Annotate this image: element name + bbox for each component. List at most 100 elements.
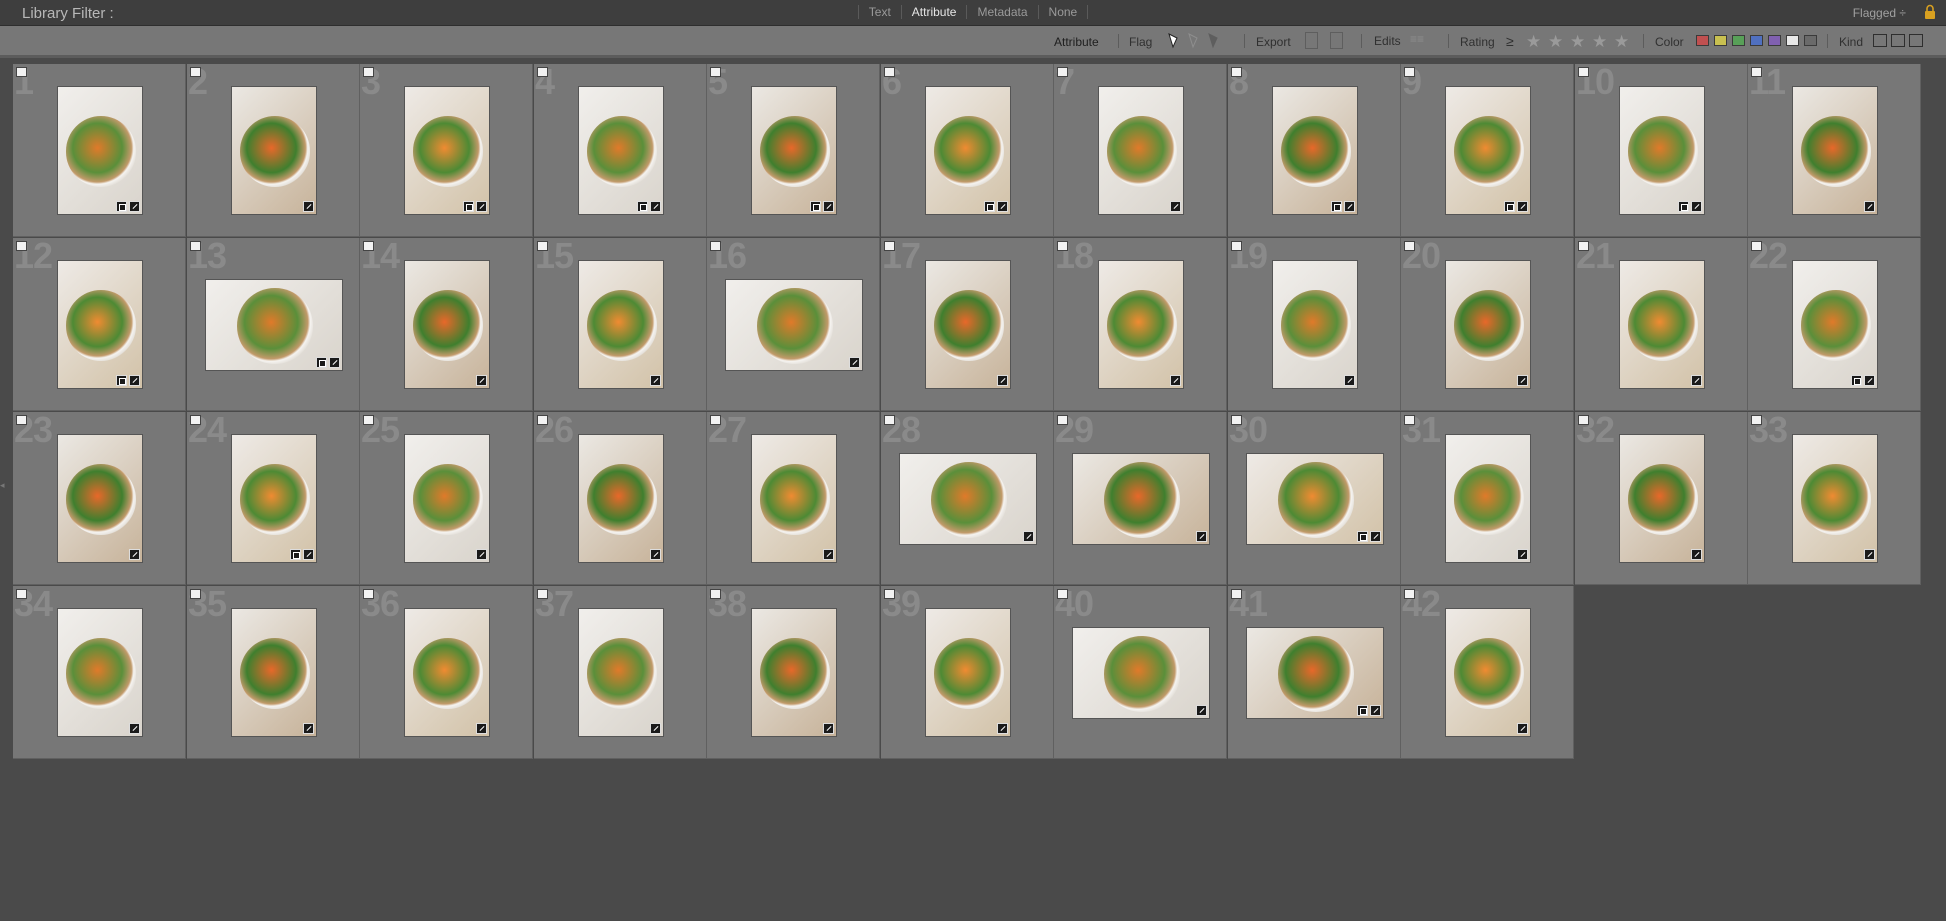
develop-edit-badge-icon[interactable] [997,201,1008,212]
flag-badge[interactable] [1578,415,1589,425]
edited-filter-icon[interactable]: ≡≡ [1410,32,1424,46]
metadata-badge-icon[interactable] [290,549,301,560]
left-panel-handle[interactable]: ◂ [0,480,5,490]
develop-edit-badge-icon[interactable] [1691,201,1702,212]
grid-cell[interactable]: 2 [187,64,360,237]
color-swatch[interactable] [1732,35,1745,46]
flag-badge[interactable] [710,589,721,599]
video-icon[interactable] [1909,34,1923,47]
grid-cell[interactable]: 13 [187,238,360,411]
not-exported-icon[interactable] [1330,32,1343,49]
develop-edit-badge-icon[interactable] [129,549,140,560]
photo-thumbnail[interactable] [751,434,837,563]
metadata-badge-icon[interactable] [1357,531,1368,542]
photo-thumbnail[interactable] [404,86,490,215]
develop-edit-badge-icon[interactable] [303,723,314,734]
flag-badge[interactable] [363,589,374,599]
tab-attribute[interactable]: Attribute [900,5,967,19]
grid-cell[interactable]: 5 [707,64,880,237]
star-icon[interactable]: ★ [1548,32,1563,52]
flag-badge[interactable] [190,589,201,599]
develop-edit-badge-icon[interactable] [650,375,661,386]
grid-cell[interactable]: 36 [360,586,533,759]
photo-thumbnail[interactable] [231,86,317,215]
grid-cell[interactable]: 7 [1054,64,1227,237]
develop-edit-badge-icon[interactable] [129,375,140,386]
flag-badge[interactable] [16,67,27,77]
metadata-badge-icon[interactable] [116,375,127,386]
master-photo-icon[interactable] [1873,34,1887,47]
develop-edit-badge-icon[interactable] [476,201,487,212]
develop-edit-badge-icon[interactable] [329,357,340,368]
develop-edit-badge-icon[interactable] [1517,549,1528,560]
develop-edit-badge-icon[interactable] [1864,375,1875,386]
grid-cell[interactable]: 6 [881,64,1054,237]
photo-thumbnail[interactable] [1072,453,1210,545]
photo-thumbnail[interactable] [231,434,317,563]
grid-cell[interactable]: 37 [534,586,707,759]
grid-cell[interactable]: 41 [1228,586,1401,759]
grid-cell[interactable]: 33 [1748,412,1921,585]
tab-metadata[interactable]: Metadata [966,5,1037,19]
metadata-badge-icon[interactable] [1504,201,1515,212]
photo-thumbnail[interactable] [57,260,143,389]
photo-thumbnail[interactable] [1445,608,1531,737]
develop-edit-badge-icon[interactable] [997,375,1008,386]
photo-thumbnail[interactable] [925,608,1011,737]
develop-edit-badge-icon[interactable] [1864,201,1875,212]
grid-cell[interactable]: 10 [1575,64,1748,237]
flag-badge[interactable] [537,67,548,77]
develop-edit-badge-icon[interactable] [476,723,487,734]
flag-badge[interactable] [1751,415,1762,425]
color-swatch[interactable] [1750,35,1763,46]
photo-thumbnail[interactable] [751,86,837,215]
flag-badge[interactable] [884,241,895,251]
photo-thumbnail[interactable] [57,434,143,563]
photo-thumbnail[interactable] [1098,260,1184,389]
develop-edit-badge-icon[interactable] [476,375,487,386]
flag-badge[interactable] [710,67,721,77]
metadata-badge-icon[interactable] [116,201,127,212]
flag-badge[interactable] [1231,67,1242,77]
unflagged-filter-icon[interactable] [1186,33,1200,49]
flag-badge[interactable] [884,415,895,425]
develop-edit-badge-icon[interactable] [129,723,140,734]
develop-edit-badge-icon[interactable] [650,723,661,734]
develop-edit-badge-icon[interactable] [303,549,314,560]
grid-cell[interactable]: 23 [13,412,186,585]
photo-thumbnail[interactable] [57,86,143,215]
flag-badge[interactable] [363,415,374,425]
grid-cell[interactable]: 27 [707,412,880,585]
develop-edit-badge-icon[interactable] [303,201,314,212]
photo-thumbnail[interactable] [1098,86,1184,215]
flag-badge[interactable] [1404,415,1415,425]
lock-icon[interactable] [1924,4,1936,20]
grid-cell[interactable]: 34 [13,586,186,759]
flag-badge[interactable] [537,415,548,425]
flagged-filter-icon[interactable] [1166,33,1180,49]
metadata-badge-icon[interactable] [810,201,821,212]
flag-badge[interactable] [1057,415,1068,425]
metadata-badge-icon[interactable] [1678,201,1689,212]
photo-thumbnail[interactable] [578,86,664,215]
grid-cell[interactable]: 21 [1575,238,1748,411]
grid-cell[interactable]: 24 [187,412,360,585]
filter-preset-dropdown[interactable]: Flagged ÷ [1853,6,1906,20]
photo-thumbnail[interactable] [1445,260,1531,389]
color-swatch[interactable] [1804,35,1817,46]
photo-thumbnail[interactable] [404,608,490,737]
photo-thumbnail[interactable] [231,608,317,737]
photo-thumbnail[interactable] [578,434,664,563]
develop-edit-badge-icon[interactable] [823,723,834,734]
photo-thumbnail[interactable] [1272,86,1358,215]
flag-badge[interactable] [710,241,721,251]
export-icon[interactable] [1305,32,1318,49]
grid-cell[interactable]: 8 [1228,64,1401,237]
grid-cell[interactable]: 15 [534,238,707,411]
photo-thumbnail[interactable] [1272,260,1358,389]
flag-badge[interactable] [537,241,548,251]
photo-thumbnail[interactable] [1792,86,1878,215]
grid-cell[interactable]: 38 [707,586,880,759]
rating-operator[interactable]: ≥ [1506,33,1514,49]
develop-edit-badge-icon[interactable] [997,723,1008,734]
